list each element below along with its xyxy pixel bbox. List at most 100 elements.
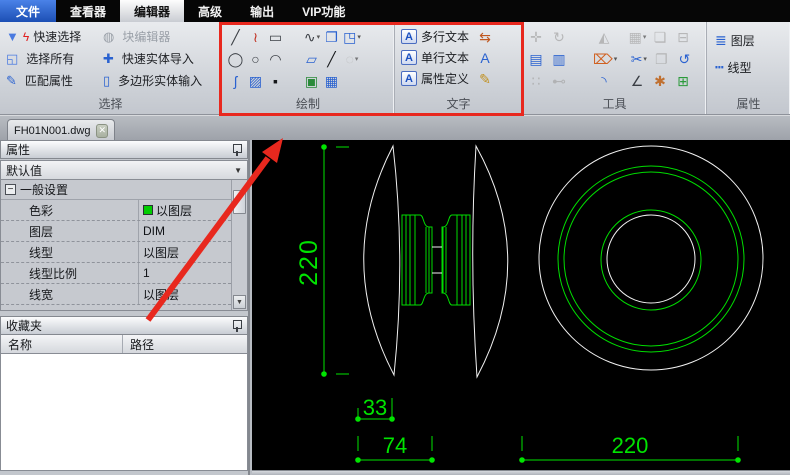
pin-icon[interactable] [231, 143, 242, 156]
property-row[interactable]: 线宽 以图层 [1, 284, 231, 305]
tab-close-icon[interactable]: ✕ [96, 124, 108, 138]
tool-icon: ≀ [253, 30, 258, 44]
tool-icon: ∿ [304, 30, 316, 44]
scale-tool[interactable]: ⊷ [548, 71, 571, 91]
ellipse-tool[interactable]: ○ [246, 49, 266, 69]
tool-icon: ✎ [479, 72, 491, 86]
favorites-list[interactable] [0, 354, 248, 471]
tool-icon: ⊟ [677, 30, 689, 44]
stretch-tool[interactable]: ∷ [525, 71, 548, 91]
single-text-button[interactable]: A 单行文本 [401, 47, 469, 68]
property-row[interactable]: 线型比例 1 [1, 263, 231, 284]
offset-tool[interactable]: ↺ [673, 49, 696, 69]
polyline-tool[interactable]: ∿▾ [302, 27, 322, 47]
tool-icon: ┅ [715, 59, 723, 76]
line-tool[interactable]: ╱ [226, 27, 246, 47]
property-row[interactable]: 线型 以图层 [1, 242, 231, 263]
wipeout-tool[interactable]: ▱ [302, 49, 322, 69]
chamfer-tool[interactable]: ∠ [626, 71, 649, 91]
copy-nested-tool[interactable]: ❐ [650, 49, 673, 69]
menu-advanced[interactable]: 高级 [184, 0, 236, 22]
drawing-canvas[interactable]: 220 [252, 140, 790, 475]
document-tab[interactable]: FH01N001.dwg ✕ [7, 119, 115, 141]
menu-viewer[interactable]: 查看器 [56, 0, 120, 22]
tool-icon: ✂ [631, 52, 643, 66]
arc-tool[interactable]: ◠ [266, 49, 286, 69]
table-tool[interactable]: ▦ [322, 71, 342, 91]
rotate-tool[interactable]: ↻ [548, 27, 571, 47]
scrollbar-thumb[interactable] [233, 190, 246, 214]
text-style-button[interactable]: A [475, 47, 495, 68]
copy-entity-tool[interactable]: ❐ [322, 27, 342, 47]
move-tool[interactable]: ✛ [525, 27, 548, 47]
match-properties-button[interactable]: ✎ 匹配属性 [6, 70, 103, 91]
fillet-tool[interactable]: ◝ [593, 71, 616, 91]
tool-icon: ▤ [529, 52, 542, 66]
menu-editor[interactable]: 编辑器 [120, 0, 184, 22]
collapse-icon[interactable]: − [5, 184, 16, 195]
boundary-tool[interactable]: ◳▾ [342, 27, 362, 47]
text-scale-button[interactable]: ⇆ [475, 26, 495, 47]
side-view-hub-right [442, 215, 470, 305]
array-tool[interactable]: ▦▾ [626, 27, 649, 47]
pin-icon[interactable] [231, 319, 242, 332]
menu-output[interactable]: 输出 [236, 0, 288, 22]
dropdown-arrow-icon: ▾ [357, 33, 361, 41]
dimension-text-side-height: 220 [295, 238, 323, 286]
mtext-button[interactable]: A 多行文本 [401, 26, 469, 47]
select-all-button[interactable]: ◱ 选择所有 [6, 48, 103, 69]
explode-tool[interactable]: ✱ [649, 71, 672, 91]
edit-text-button[interactable]: ✎ [475, 68, 495, 89]
quick-entity-import-button[interactable]: ✚ 快速实体导入 [103, 48, 228, 69]
tool-icon: ∷ [532, 74, 541, 88]
dropdown-arrow-icon: ▾ [643, 33, 647, 41]
ribbon: ▼ϟ 快速选择 ◍ 块编辑器 ◱ 选择所有 ✚ 快速实体导入 [0, 22, 790, 115]
blend-tool[interactable]: ◌▾ [342, 49, 362, 69]
property-group-row[interactable]: − 一般设置 [1, 180, 231, 200]
scroll-down-icon[interactable]: ▼ [233, 295, 246, 309]
menu-vip[interactable]: VIP功能 [288, 0, 359, 22]
nested-copy-tool[interactable]: ⊟ [672, 27, 695, 47]
tool-icon: ↺ [678, 52, 690, 66]
quick-select-button[interactable]: ▼ϟ 快速选择 [6, 26, 103, 47]
hatch-tool[interactable]: ▨ [246, 71, 266, 91]
tool-icon: ⌦ [593, 52, 613, 66]
block-editor-button[interactable]: ◍ 块编辑器 [103, 26, 228, 47]
point-tool[interactable]: ▪ [266, 71, 286, 91]
mirror-tool[interactable]: ◭ [593, 27, 616, 47]
group-label-tools: 工具 [523, 95, 706, 112]
preset-combobox[interactable]: 默认值 ▼ [0, 160, 248, 180]
scrollbar-horizontal[interactable] [252, 470, 790, 475]
tool-icon: ▦ [325, 74, 338, 88]
document-tab-bar: FH01N001.dwg ✕ [0, 115, 790, 140]
linetype-button[interactable]: ┅ 线型 [715, 57, 790, 78]
tool-icon: ╱ [327, 52, 335, 66]
dropdown-arrow-icon: ▾ [317, 33, 321, 41]
image-tool[interactable]: ▣ [302, 71, 322, 91]
trim-tool[interactable]: ✂▾ [627, 49, 650, 69]
ribbon-group-properties: ≣ 图层 ┅ 线型 属性 [707, 22, 790, 114]
rectangle-tool[interactable]: ▭ [266, 27, 286, 47]
menu-file[interactable]: 文件 [0, 0, 56, 22]
circle-tool[interactable]: ◯ [226, 49, 246, 69]
polygon-entity-input-button[interactable]: ▯ 多边形实体输入 [103, 70, 228, 91]
paste-button[interactable]: ▤ [525, 49, 548, 69]
dimension-text-groove-width: 33 [363, 395, 387, 420]
tool-icon: ◍ [103, 29, 114, 45]
paste-block-button[interactable]: ▥ [548, 49, 571, 69]
copy-tool[interactable]: ❏ [649, 27, 672, 47]
group-label-properties: 属性 [707, 95, 790, 112]
erase-tool[interactable]: ⌦▾ [593, 49, 617, 69]
insert-block-button[interactable]: ⊞ [672, 71, 695, 91]
spline-tool[interactable]: ʃ [226, 71, 246, 91]
gradient-line-tool[interactable]: ╱ [322, 49, 342, 69]
property-row[interactable]: 色彩 以图层 [1, 200, 231, 221]
attribute-define-button[interactable]: A 属性定义 [401, 68, 469, 89]
property-row[interactable]: 图层 DIM [1, 221, 231, 242]
column-header-path[interactable]: 路径 [123, 335, 154, 353]
scrollbar-vertical[interactable]: ▼ [231, 180, 247, 310]
ribbon-group-tools: ✛ ↻ ◭ ▦▾ ❏ ⊟ ▤ ▥ ⌦▾ ✂▾ ❐ [523, 22, 707, 114]
layers-button[interactable]: ≣ 图层 [715, 30, 790, 51]
sketch-tool[interactable]: ≀ [246, 27, 266, 47]
column-header-name[interactable]: 名称 [1, 335, 123, 353]
